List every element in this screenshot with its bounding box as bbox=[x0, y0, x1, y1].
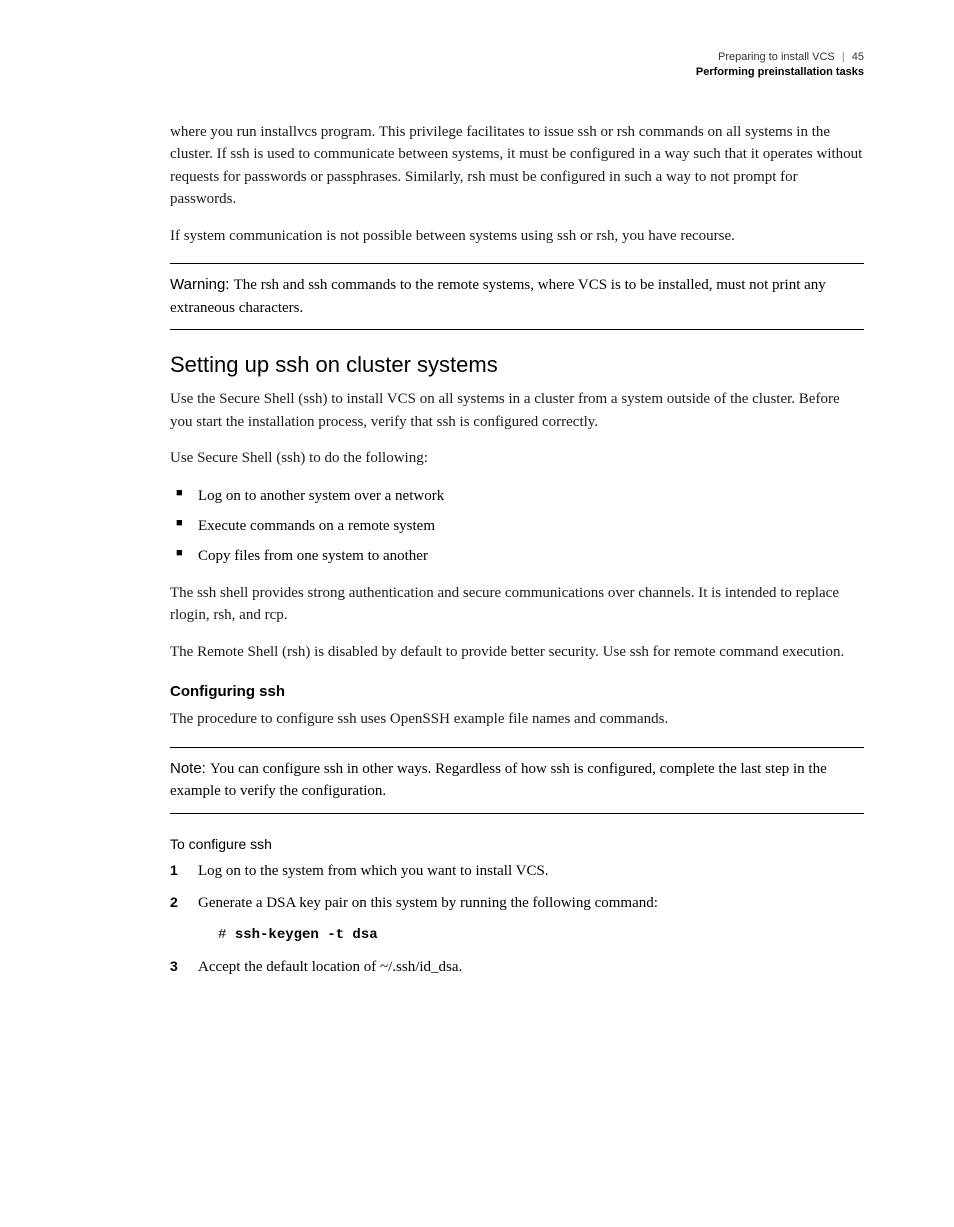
paragraph-intro-2: If system communication is not possible … bbox=[170, 225, 864, 248]
step-text: Accept the default location of ~/.ssh/id… bbox=[198, 959, 462, 975]
paragraph-ssh-intro: Use the Secure Shell (ssh) to install VC… bbox=[170, 388, 864, 433]
paragraph-openssh: The procedure to configure ssh uses Open… bbox=[170, 708, 864, 731]
step-item: Generate a DSA key pair on this system b… bbox=[170, 892, 864, 946]
paragraph-intro-1: where you run installvcs program. This p… bbox=[170, 121, 864, 211]
note-label: Note: bbox=[170, 760, 210, 777]
bullet-list: Log on to another system over a network … bbox=[170, 484, 864, 568]
note-text: You can configure ssh in other ways. Reg… bbox=[170, 761, 827, 800]
header-line-1: Preparing to install VCS | 45 bbox=[170, 50, 864, 65]
document-page: Preparing to install VCS | 45 Performing… bbox=[0, 0, 954, 1038]
paragraph-ssh-auth: The ssh shell provides strong authentica… bbox=[170, 582, 864, 627]
header-section: Performing preinstallation tasks bbox=[170, 65, 864, 80]
paragraph-ssh-usage: Use Secure Shell (ssh) to do the followi… bbox=[170, 447, 864, 470]
section-heading-ssh-setup: Setting up ssh on cluster systems bbox=[170, 352, 864, 378]
bullet-item: Log on to another system over a network bbox=[170, 484, 864, 508]
code-prompt: # bbox=[218, 927, 235, 943]
breadcrumb-text: Preparing to install VCS bbox=[718, 51, 835, 63]
code-command: ssh-keygen -t dsa bbox=[235, 927, 378, 943]
bullet-item: Execute commands on a remote system bbox=[170, 514, 864, 538]
sub-heading-configuring-ssh: Configuring ssh bbox=[170, 683, 864, 700]
page-number: 45 bbox=[852, 51, 864, 63]
step-text: Log on to the system from which you want… bbox=[198, 863, 549, 879]
procedure-steps: Log on to the system from which you want… bbox=[170, 860, 864, 979]
warning-callout: Warning: The rsh and ssh commands to the… bbox=[170, 263, 864, 330]
note-callout: Note: You can configure ssh in other way… bbox=[170, 747, 864, 814]
warning-label: Warning: bbox=[170, 276, 234, 293]
code-block: # ssh-keygen -t dsa bbox=[218, 925, 864, 946]
procedure-title: To configure ssh bbox=[170, 836, 864, 852]
step-text: Generate a DSA key pair on this system b… bbox=[198, 895, 658, 911]
step-item: Log on to the system from which you want… bbox=[170, 860, 864, 883]
header-divider: | bbox=[842, 51, 845, 63]
page-header: Preparing to install VCS | 45 Performing… bbox=[170, 50, 864, 81]
paragraph-rsh-disabled: The Remote Shell (rsh) is disabled by de… bbox=[170, 641, 864, 664]
warning-text: The rsh and ssh commands to the remote s… bbox=[170, 277, 826, 316]
step-item: Accept the default location of ~/.ssh/id… bbox=[170, 956, 864, 979]
bullet-item: Copy files from one system to another bbox=[170, 544, 864, 568]
